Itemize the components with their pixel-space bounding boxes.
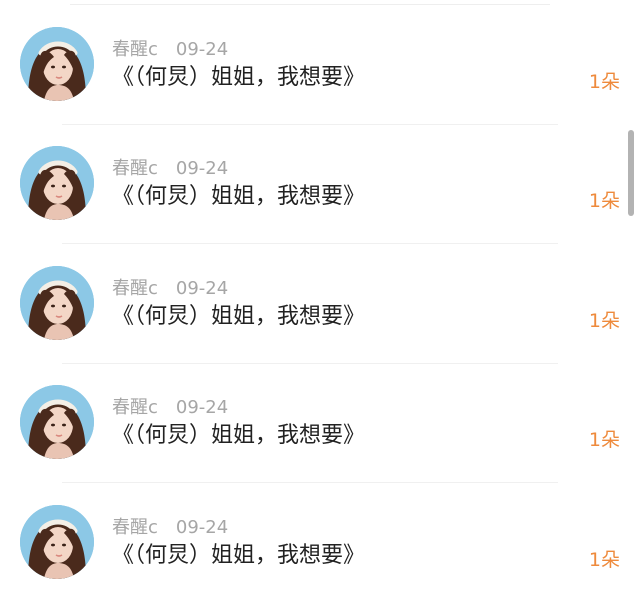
comment-time: 09-24	[175, 39, 229, 60]
gift-count: 1朵	[588, 429, 620, 451]
comment-time: 09-24	[175, 278, 229, 299]
avatar-portrait-icon	[20, 27, 94, 101]
avatar[interactable]	[20, 146, 94, 220]
avatar[interactable]	[20, 266, 94, 340]
comment-row[interactable]: 春醒c 09-24 《（何炅）姐姐，我想要》 1朵	[0, 483, 640, 599]
username[interactable]: 春醒c	[112, 158, 158, 179]
username[interactable]: 春醒c	[112, 397, 158, 418]
comment-time: 09-24	[175, 517, 229, 538]
comment-meta: 春醒c 09-24	[112, 274, 229, 299]
comment-meta: 春醒c 09-24	[112, 35, 229, 60]
avatar-portrait-icon	[20, 385, 94, 459]
comment-text: 《（何炅）姐姐，我想要》	[112, 423, 366, 448]
comment-row[interactable]: 春醒c 09-24 《（何炅）姐姐，我想要》 1朵	[0, 244, 640, 364]
avatar[interactable]	[20, 27, 94, 101]
avatar-portrait-icon	[20, 146, 94, 220]
username[interactable]: 春醒c	[112, 278, 158, 299]
comment-list[interactable]: 春醒c 09-24 《（何炅）姐姐，我想要》 1朵 春醒c 09-24 《（何炅…	[0, 0, 640, 599]
comment-text: 《（何炅）姐姐，我想要》	[112, 184, 366, 209]
comment-text: 《（何炅）姐姐，我想要》	[112, 65, 366, 90]
comment-list-page: 春醒c 09-24 《（何炅）姐姐，我想要》 1朵 春醒c 09-24 《（何炅…	[0, 0, 640, 599]
avatar[interactable]	[20, 505, 94, 579]
gift-count: 1朵	[588, 310, 620, 332]
comment-meta: 春醒c 09-24	[112, 393, 229, 418]
avatar-portrait-icon	[20, 505, 94, 579]
comment-text: 《（何炅）姐姐，我想要》	[112, 543, 366, 568]
avatar[interactable]	[20, 385, 94, 459]
gift-count: 1朵	[588, 71, 620, 93]
username[interactable]: 春醒c	[112, 39, 158, 60]
comment-time: 09-24	[175, 158, 229, 179]
scrollbar[interactable]	[628, 130, 634, 216]
gift-count: 1朵	[588, 190, 620, 212]
comment-row[interactable]: 春醒c 09-24 《（何炅）姐姐，我想要》 1朵	[0, 363, 640, 483]
username[interactable]: 春醒c	[112, 517, 158, 538]
comment-meta: 春醒c 09-24	[112, 513, 229, 538]
comment-row[interactable]: 春醒c 09-24 《（何炅）姐姐，我想要》 1朵	[0, 5, 640, 125]
avatar-portrait-icon	[20, 266, 94, 340]
comment-time: 09-24	[175, 397, 229, 418]
comment-row[interactable]: 春醒c 09-24 《（何炅）姐姐，我想要》 1朵	[0, 124, 640, 244]
comment-text: 《（何炅）姐姐，我想要》	[112, 304, 366, 329]
gift-count: 1朵	[588, 549, 620, 571]
comment-meta: 春醒c 09-24	[112, 154, 229, 179]
